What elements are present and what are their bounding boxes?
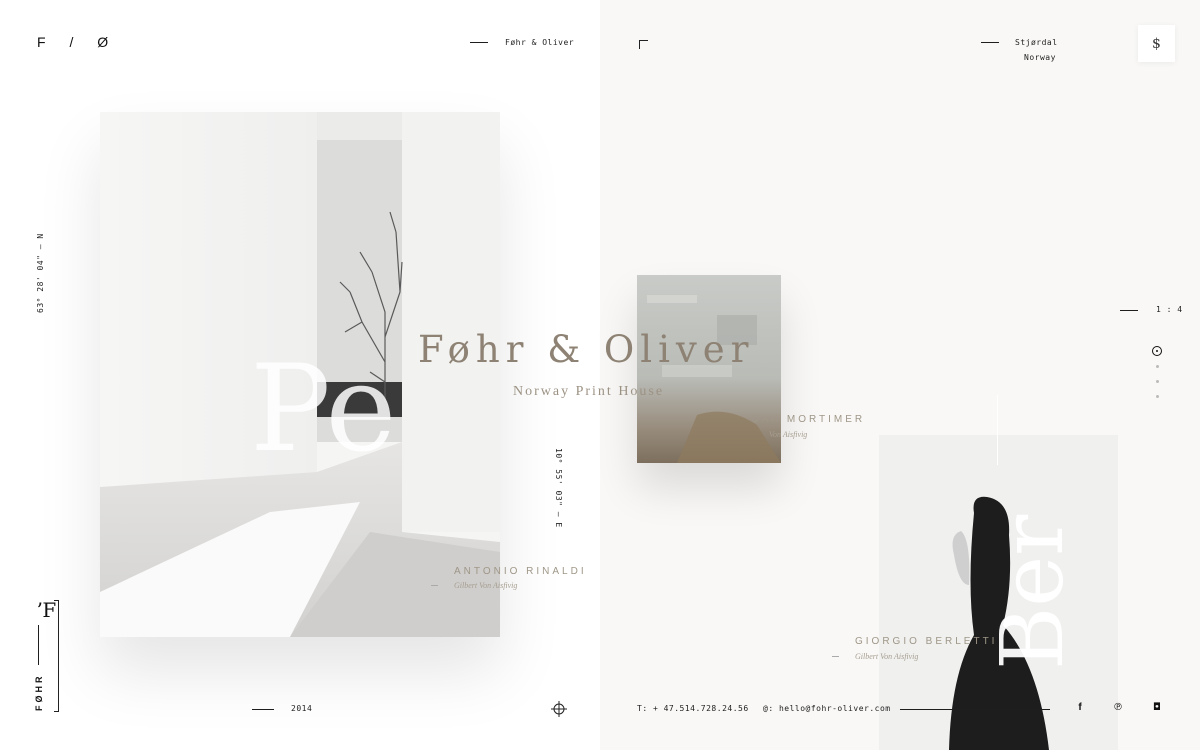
crosshair-icon — [551, 701, 567, 717]
ratio-dash — [1120, 310, 1138, 311]
side-bracket — [54, 600, 59, 712]
caption-dash-1 — [431, 585, 438, 586]
caption-name-2[interactable]: OAK MORTIMER — [751, 414, 865, 425]
dollar-s-icon: $ — [1152, 35, 1161, 52]
caption-name-1[interactable]: ANTONIO RINALDI — [454, 566, 587, 577]
slide-dot[interactable] — [1156, 380, 1159, 383]
side-vertical-line — [38, 625, 39, 665]
overlay-letter-left: Pe — [250, 340, 397, 479]
slide-dot-active[interactable] — [1152, 346, 1162, 356]
footer-phone[interactable]: T: + 47.514.728.24.56 — [637, 704, 749, 713]
slide-ratio: 1 : 4 — [1156, 305, 1183, 314]
location-city: Stjørdal — [1015, 38, 1058, 47]
corner-mark — [639, 40, 648, 49]
facebook-icon[interactable]: f — [1073, 702, 1087, 713]
location-country: Norway — [1024, 53, 1056, 62]
hero-subtitle: Norway Print House — [513, 384, 665, 399]
site-logo[interactable]: F / Ø — [37, 34, 118, 50]
slide-dot[interactable] — [1156, 365, 1159, 368]
instagram-icon[interactable]: ◘ — [1150, 702, 1164, 713]
coordinate-east: 10° 55' 03" — E — [554, 448, 563, 528]
header-dash-left — [470, 42, 488, 43]
footer-email[interactable]: @: hello@fohr-oliver.com — [763, 704, 891, 713]
header-dash-right — [981, 42, 999, 43]
footer-line — [900, 709, 1050, 710]
caption-dash-3 — [832, 656, 839, 657]
brand-name[interactable]: Føhr & Oliver — [505, 38, 574, 47]
side-brand-text[interactable]: FØHR — [34, 674, 44, 712]
caption-sub-1: Gilbert Von Aisfivig — [454, 581, 518, 590]
caption-name-3[interactable]: GIORGIO BERLETTI — [855, 636, 997, 647]
portrait-accent-line — [997, 395, 998, 465]
pinterest-icon[interactable]: ℗ — [1111, 702, 1125, 713]
hero-title: Føhr & Oliver — [418, 328, 755, 371]
caption-sub-3: Gilbert Von Aisfivig — [855, 652, 919, 661]
slide-dot[interactable] — [1156, 395, 1159, 398]
caption-sub-2: Von Aisfivig — [769, 430, 808, 439]
overlay-letter-right: Ber — [983, 514, 1083, 670]
footer-year: 2014 — [291, 704, 313, 713]
coordinate-north: 63° 28' 04" — N — [36, 233, 45, 313]
footer-dash-year — [252, 709, 274, 710]
menu-button[interactable]: $ — [1138, 25, 1175, 62]
